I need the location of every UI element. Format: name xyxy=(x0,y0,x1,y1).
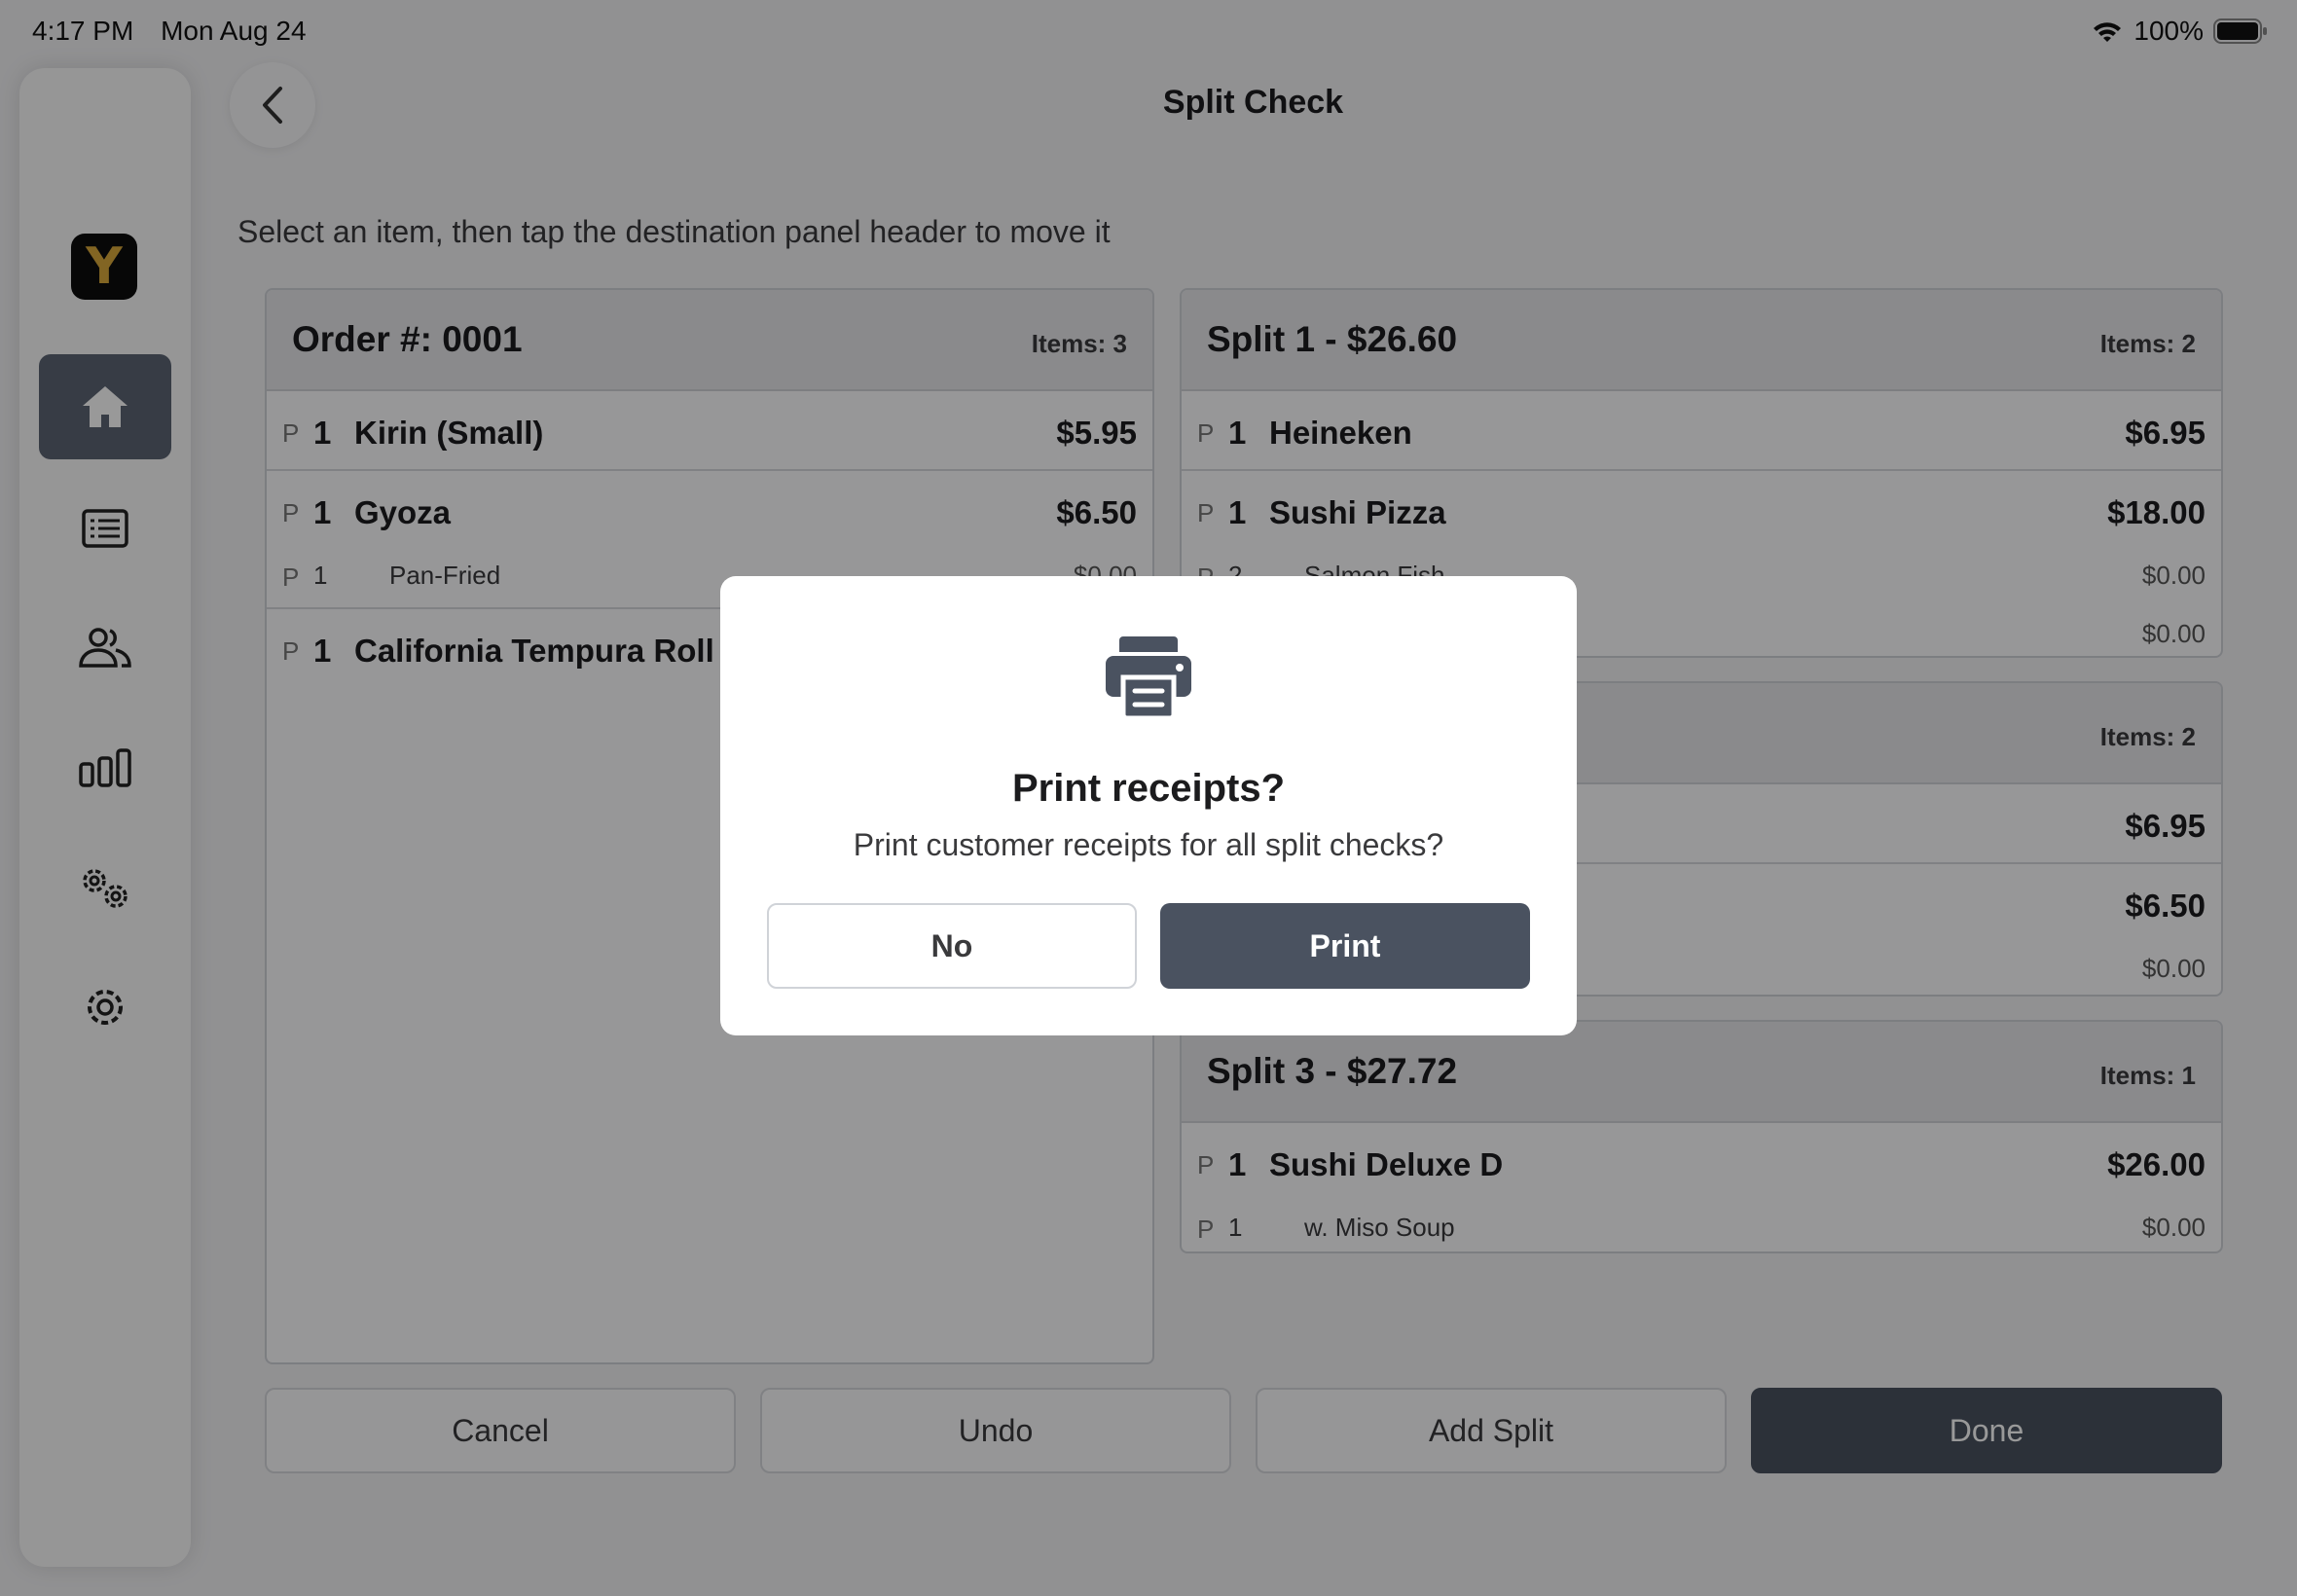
dialog-message: Print customer receipts for all split ch… xyxy=(853,827,1444,862)
no-button[interactable]: No xyxy=(767,903,1137,989)
printer-icon xyxy=(1102,627,1195,725)
dialog-title: Print receipts? xyxy=(1011,767,1286,810)
print-receipts-dialog: Print receipts? Print customer receipts … xyxy=(720,576,1577,1035)
print-button[interactable]: Print xyxy=(1160,903,1530,989)
